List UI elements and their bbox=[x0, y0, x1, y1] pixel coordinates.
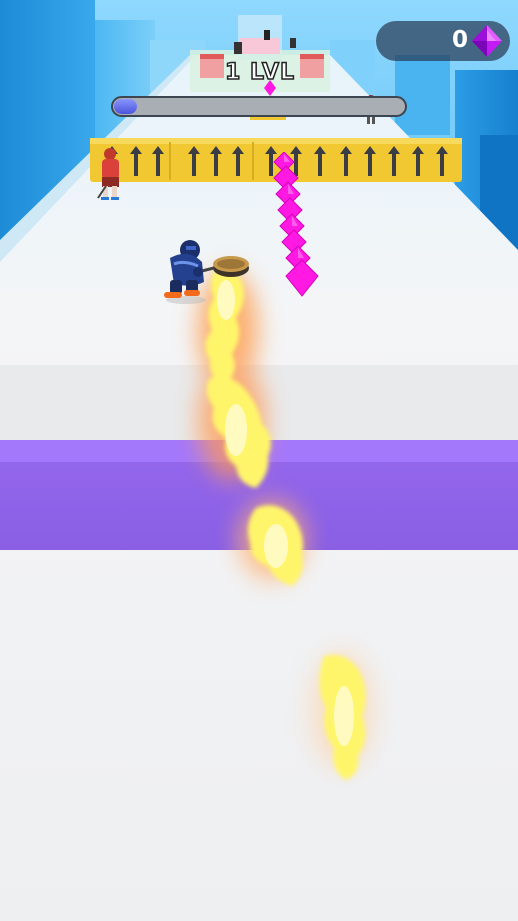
purple-gem-icon bbox=[472, 25, 502, 57]
gem-counter: 0 bbox=[376, 21, 510, 61]
level-progress-bar bbox=[111, 96, 407, 117]
level-progress-fill bbox=[114, 99, 138, 114]
game-scene[interactable]: 1 LVL 0 bbox=[0, 0, 518, 921]
gem-count: 0 bbox=[451, 27, 468, 53]
fire-trail bbox=[198, 268, 374, 780]
player-hockey-skater[interactable] bbox=[158, 238, 214, 306]
level-label: 1 LVL bbox=[224, 59, 295, 86]
hockey-puck bbox=[213, 256, 249, 277]
